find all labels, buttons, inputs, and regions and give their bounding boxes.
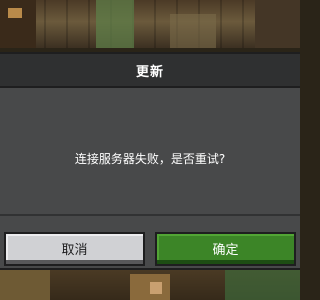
cancel-button[interactable]: 取消 <box>4 232 145 266</box>
confirm-button-label: 确定 <box>212 242 239 258</box>
background-scene-top <box>0 0 300 48</box>
background-scene-bottom <box>0 270 300 300</box>
update-dialog: 更新 连接服务器失败，是否重试? 取消 确定 <box>0 52 300 270</box>
cancel-button-label: 取消 <box>61 242 88 258</box>
dialog-header: 更新 <box>0 54 300 88</box>
confirm-button[interactable]: 确定 <box>155 232 296 266</box>
dialog-footer: 取消 确定 <box>0 214 300 268</box>
dialog-title: 更新 <box>135 64 164 80</box>
dialog-message: 连接服务器失败，是否重试? <box>74 152 226 166</box>
